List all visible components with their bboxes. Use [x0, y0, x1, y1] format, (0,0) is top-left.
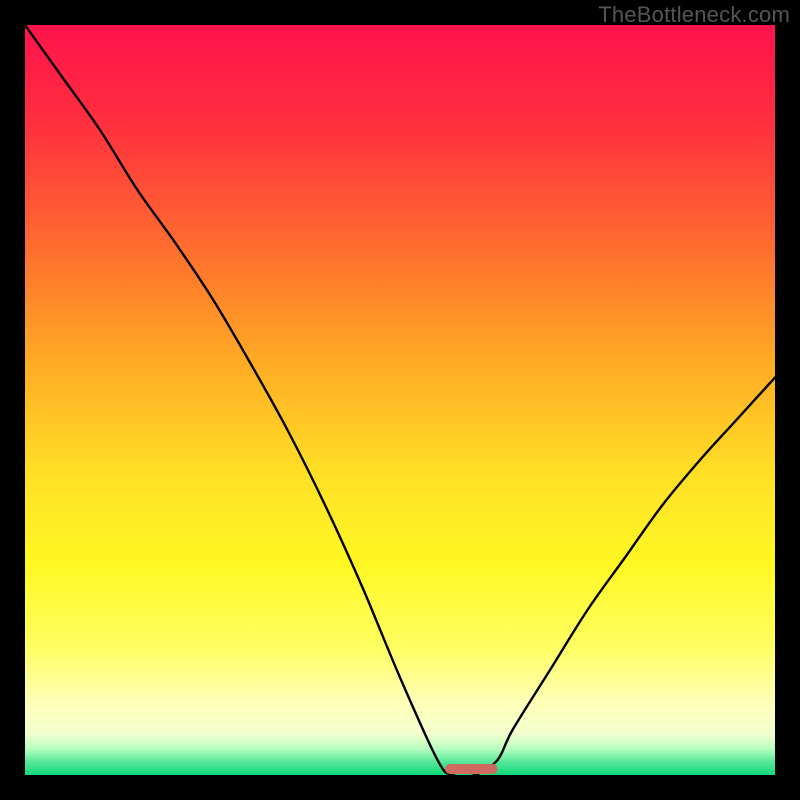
gradient-background [25, 25, 775, 775]
minimum-marker [445, 764, 498, 774]
plot-area [25, 25, 775, 775]
chart-frame: TheBottleneck.com [0, 0, 800, 800]
bottleneck-chart [25, 25, 775, 775]
